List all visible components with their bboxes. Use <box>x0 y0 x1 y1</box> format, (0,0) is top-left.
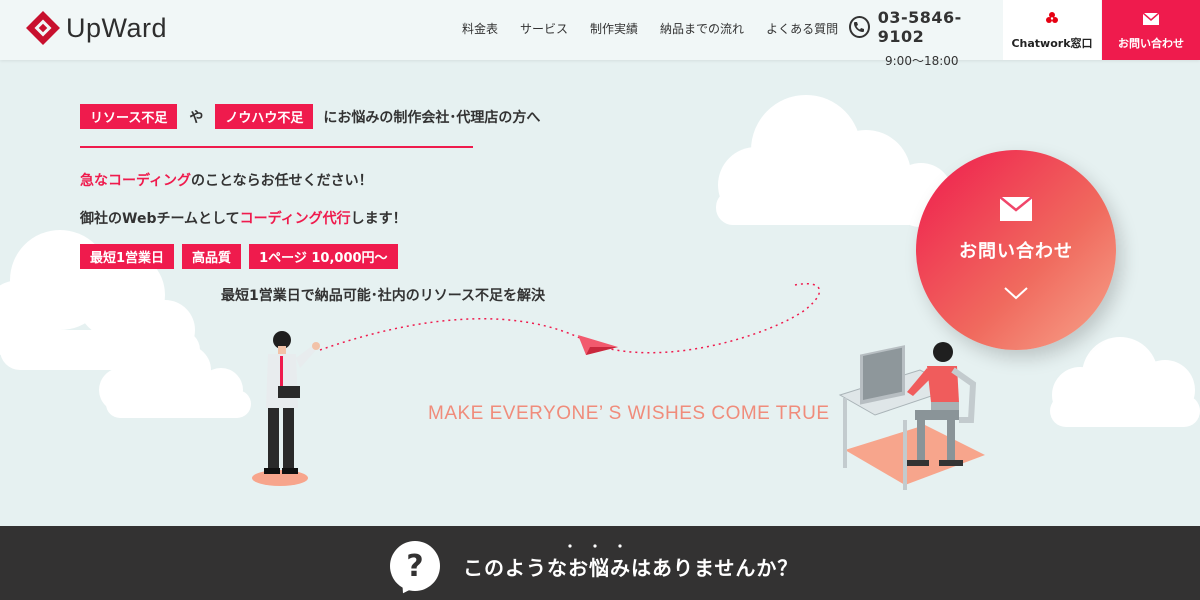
copy-prefix-team: 御社のWebチームとして <box>80 211 240 227</box>
emphasis-dots <box>568 544 622 548</box>
nav-item-pricing[interactable]: 料金表 <box>462 20 498 37</box>
feature-badges: 最短1営業日 高品質 1ページ 10,000円～ <box>80 244 398 269</box>
section-title: このようなお悩みはありませんか？ <box>463 556 799 580</box>
hero-contact-button[interactable]: お問い合わせ <box>916 150 1116 350</box>
logo-text: UpWard <box>66 12 168 43</box>
nav-item-services[interactable]: サービス <box>520 20 568 37</box>
site-header: UpWard 料金表 サービス 制作実績 納品までの流れ よくある質問 03-5… <box>0 0 1200 68</box>
hero-contact-label: お問い合わせ <box>959 240 1073 262</box>
phone-icon <box>849 16 870 38</box>
chatwork-label: Chatwork窓口 <box>1011 36 1093 50</box>
question-icon: ? <box>390 541 440 591</box>
headline-text: にお悩みの制作会社･代理店の方へ <box>323 109 541 126</box>
hero-section: リソース不足 や ノウハウ不足 にお悩みの制作会社･代理店の方へ 急なコーディン… <box>0 60 1200 526</box>
flight-path-illustration <box>319 283 821 355</box>
desk-worker-illustration <box>838 342 985 490</box>
badge-fastest: 最短1営業日 <box>80 244 175 269</box>
mail-icon <box>999 195 1033 225</box>
copy-line-team: 御社のWebチームとしてコーディング代行します！ <box>80 208 407 228</box>
logo-mark-icon <box>26 11 60 45</box>
paper-plane-icon <box>578 335 618 355</box>
header-contact-label: お問い合わせ <box>1118 36 1184 50</box>
chevron-down-icon <box>1003 285 1029 304</box>
nav-item-works[interactable]: 制作実績 <box>590 20 638 37</box>
copy-suffix-team: します！ <box>350 211 407 227</box>
tag-knowhow: ノウハウ不足 <box>215 104 314 129</box>
copy-accent-team: コーディング代行 <box>239 211 351 227</box>
phone-contact[interactable]: 03-5846-9102 9:00～18:00 <box>849 8 999 69</box>
phone-number: 03-5846-9102 <box>877 8 962 46</box>
cloud-decoration <box>1050 337 1200 427</box>
businessman-illustration <box>252 331 320 486</box>
brand-tagline: MAKE EVERYONE’ S WISHES COME TRUE <box>428 403 830 424</box>
phone-hours: 9:00～18:00 <box>885 54 959 68</box>
chatwork-icon <box>1045 10 1059 29</box>
main-nav: 料金表 サービス 制作実績 納品までの流れ よくある質問 <box>462 20 860 37</box>
tag-resource: リソース不足 <box>80 104 178 129</box>
chatwork-button[interactable]: Chatwork窓口 <box>1003 0 1101 60</box>
logo[interactable]: UpWard <box>26 11 167 45</box>
nav-item-faq[interactable]: よくある質問 <box>766 20 838 37</box>
header-contact-button[interactable]: お問い合わせ <box>1102 0 1200 60</box>
headline-divider <box>80 146 473 148</box>
badge-price: 1ページ 10,000円～ <box>249 244 398 269</box>
mail-icon <box>1142 10 1160 29</box>
copy-text-urgent: のことならお任せください！ <box>191 173 373 189</box>
question-mark: ? <box>406 548 424 584</box>
copy-line-urgent: 急なコーディングのことならお任せください！ <box>80 170 373 190</box>
headline: リソース不足 や ノウハウ不足 にお悩みの制作会社･代理店の方へ <box>80 104 540 129</box>
problems-section-header: ? このようなお悩みはありませんか？ <box>0 526 1200 600</box>
badge-quality: 高品質 <box>182 244 242 269</box>
headline-connector: や <box>189 109 204 126</box>
cloud-decoration <box>99 345 251 418</box>
nav-item-flow[interactable]: 納品までの流れ <box>660 20 744 37</box>
copy-accent-urgent: 急なコーディング <box>80 173 192 189</box>
